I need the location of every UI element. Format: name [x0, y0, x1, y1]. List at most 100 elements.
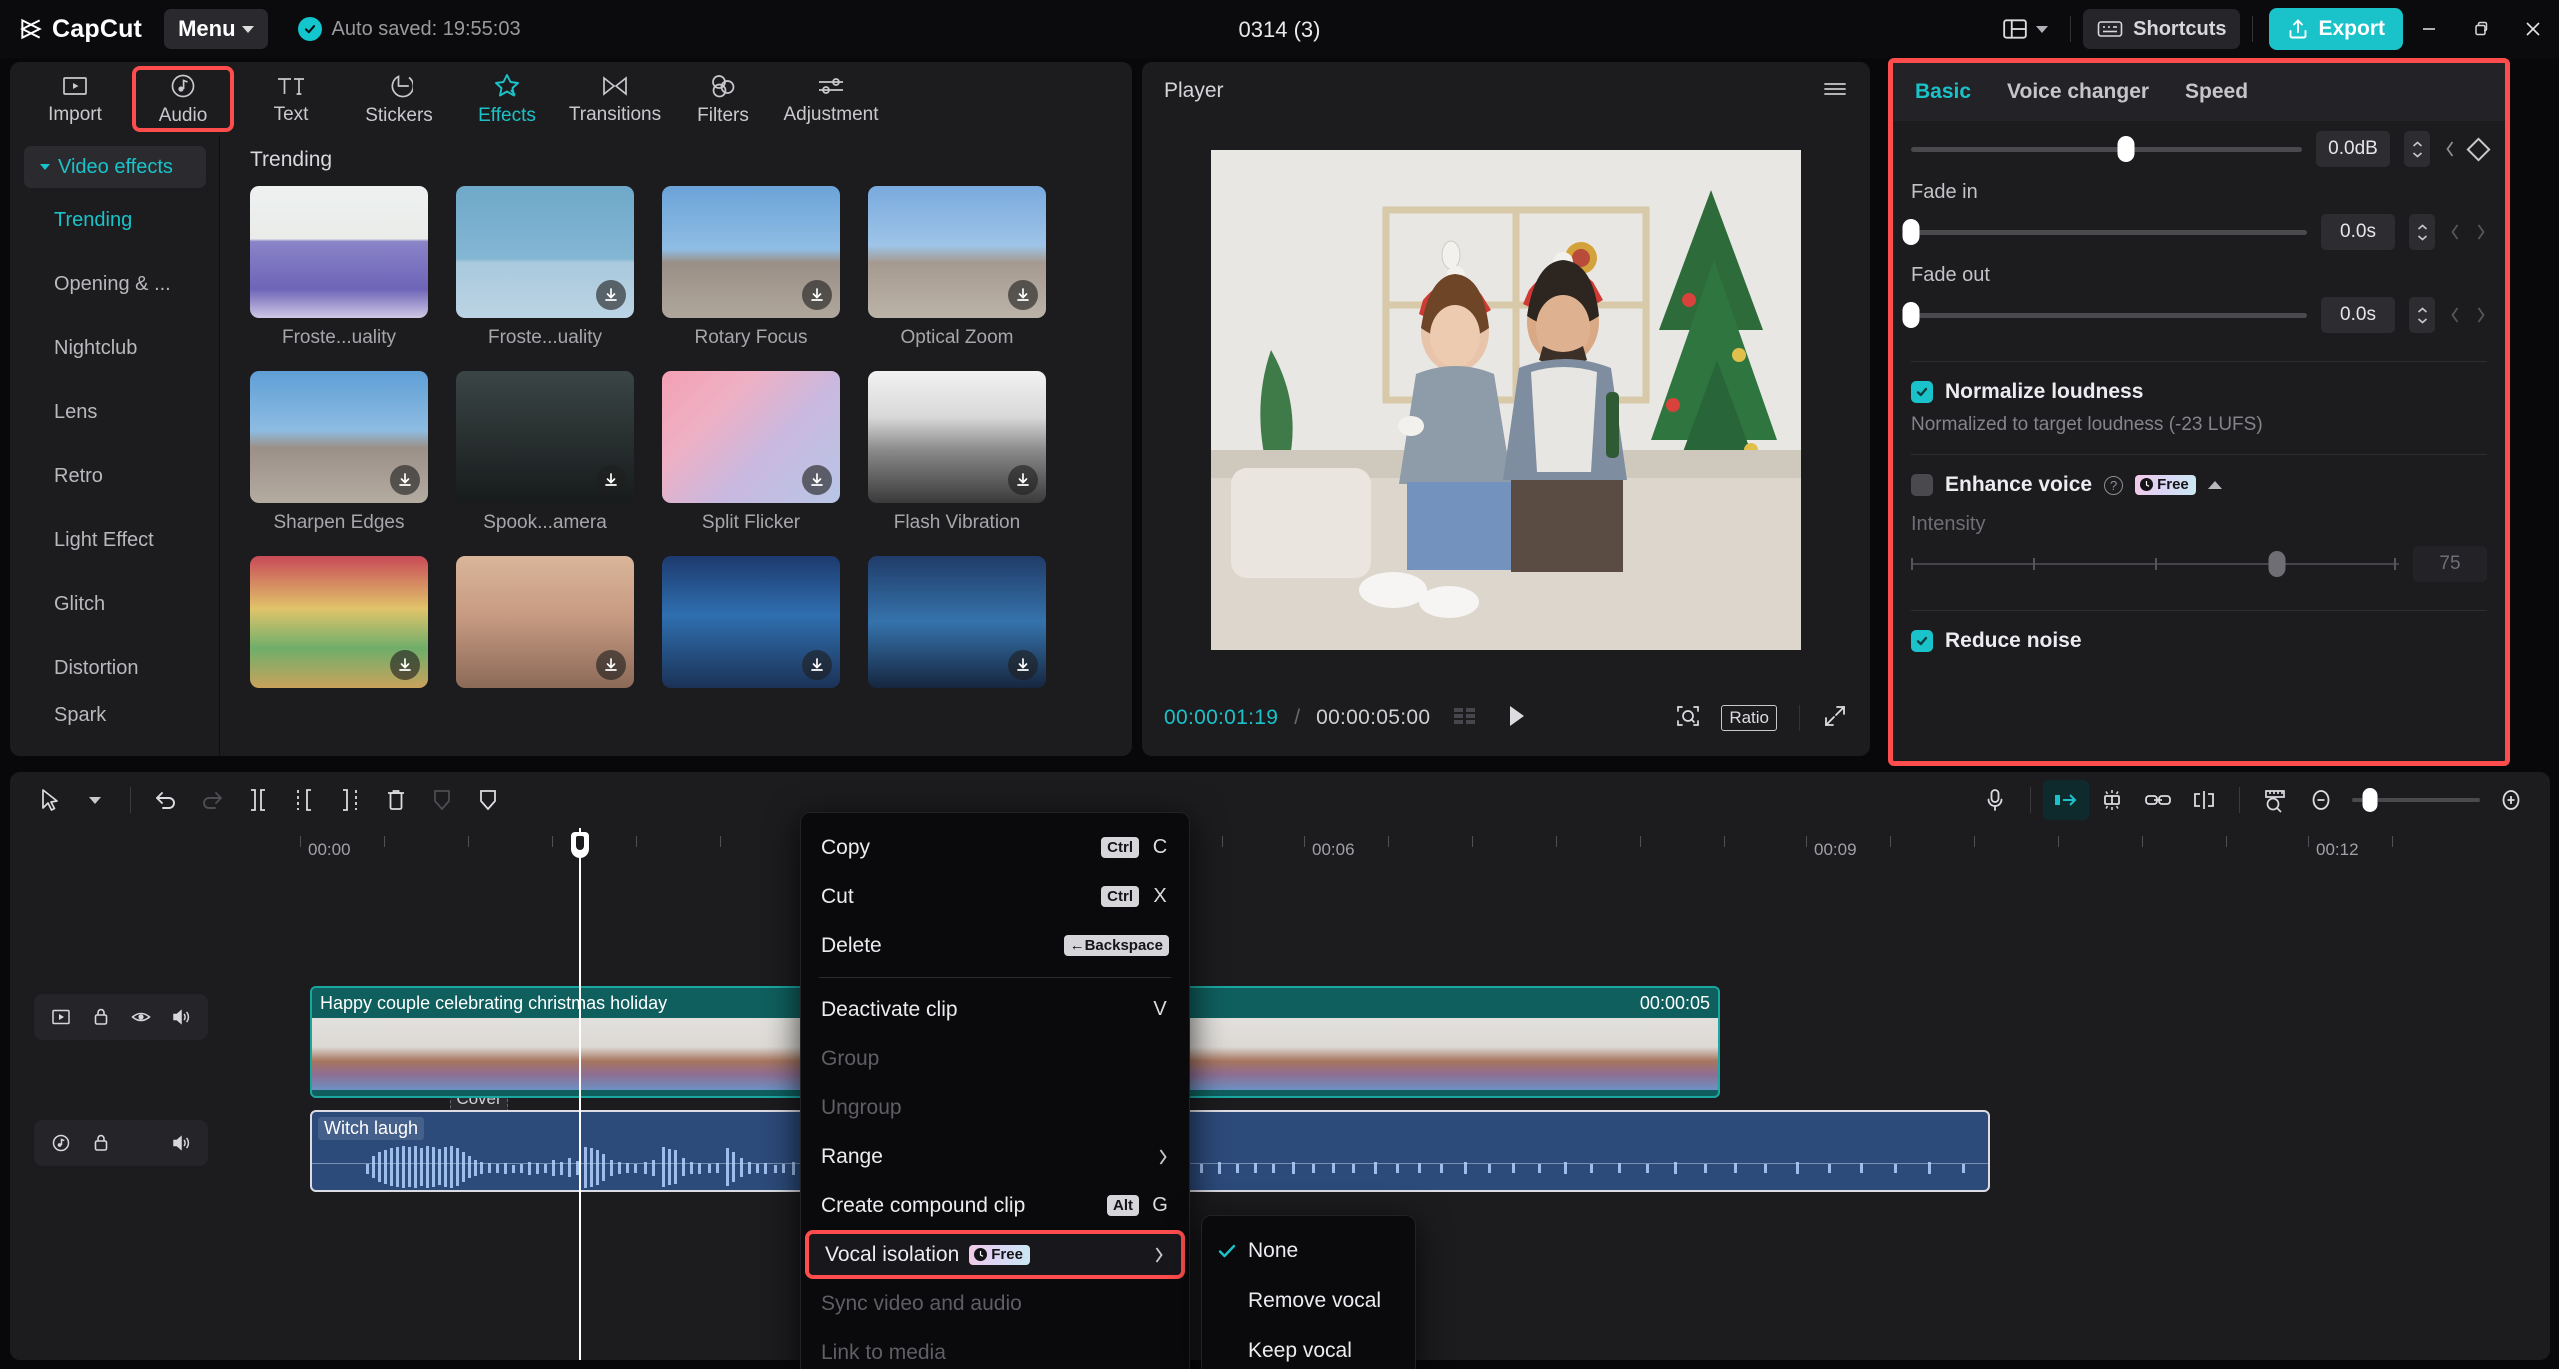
fade-in-slider-knob[interactable] [1902, 219, 1920, 245]
submenu-item-remove-vocal[interactable]: Remove vocal [1202, 1276, 1415, 1326]
category-glitch[interactable]: Glitch [10, 572, 220, 636]
download-icon[interactable] [390, 650, 420, 680]
volume-stepper[interactable] [2404, 131, 2430, 167]
effect-card[interactable]: Split Flicker [662, 371, 840, 534]
effect-card[interactable] [662, 556, 840, 688]
lock-icon[interactable] [84, 1000, 118, 1034]
effect-card[interactable]: Spook...amera [456, 371, 634, 534]
menu-item-range[interactable]: Range [801, 1132, 1189, 1181]
download-icon[interactable] [596, 650, 626, 680]
category-distortion[interactable]: Distortion [10, 636, 220, 700]
speaker-icon[interactable] [164, 1000, 198, 1034]
player-menu-button[interactable] [1822, 79, 1848, 104]
redo-button[interactable] [189, 780, 235, 820]
category-lens[interactable]: Lens [10, 380, 220, 444]
ai-mask-button[interactable] [419, 780, 465, 820]
help-question-icon[interactable]: ? [2104, 475, 2124, 495]
effect-card[interactable] [868, 556, 1046, 688]
delete-button[interactable] [373, 780, 419, 820]
eye-icon[interactable] [124, 1000, 158, 1034]
play-button[interactable] [1504, 703, 1528, 734]
layout-button[interactable] [1992, 17, 2058, 41]
keyframe-next-icon[interactable] [2475, 306, 2487, 324]
chevron-up-icon[interactable] [2207, 481, 2222, 489]
effect-card[interactable]: Froste...uality [456, 186, 634, 349]
effect-card[interactable] [250, 556, 428, 688]
volume-value[interactable]: 0.0dB [2316, 131, 2390, 167]
download-icon[interactable] [802, 280, 832, 310]
reduce-noise-row[interactable]: Reduce noise [1911, 629, 2487, 653]
cursor-dropdown-button[interactable] [72, 780, 118, 820]
fade-out-stepper[interactable] [2409, 297, 2435, 333]
category-group-video-effects[interactable]: Video effects [24, 146, 206, 188]
tab-transitions[interactable]: Transitions [564, 66, 666, 132]
maximize-button[interactable] [2455, 0, 2507, 58]
keyframe-next-icon[interactable] [2475, 223, 2487, 241]
playhead[interactable] [571, 828, 589, 1360]
normalize-loudness-row[interactable]: Normalize loudness [1911, 380, 2487, 404]
trim-left-button[interactable] [281, 780, 327, 820]
fade-in-value[interactable]: 0.0s [2321, 214, 2395, 250]
menu-item-vocal-isolation[interactable]: Vocal isolation Free [805, 1230, 1185, 1279]
speaker-icon[interactable] [164, 1126, 198, 1160]
video-preview[interactable] [1211, 150, 1801, 650]
snapshot-button[interactable] [1675, 703, 1701, 734]
effect-card[interactable]: Rotary Focus [662, 186, 840, 349]
video-track-icon[interactable] [44, 1000, 78, 1034]
keyframe-prev-icon[interactable] [2449, 223, 2461, 241]
download-icon[interactable] [596, 280, 626, 310]
menu-item-copy[interactable]: Copy Ctrl C [801, 823, 1189, 872]
download-icon[interactable] [802, 650, 832, 680]
download-icon[interactable] [1008, 280, 1038, 310]
adsorb-button[interactable] [2181, 780, 2227, 820]
shortcuts-button[interactable]: Shortcuts [2083, 9, 2241, 49]
category-spark[interactable]: Spark [10, 700, 220, 730]
undo-button[interactable] [143, 780, 189, 820]
category-trending[interactable]: Trending [10, 188, 220, 252]
menu-item-delete[interactable]: Delete ←Backspace [801, 921, 1189, 970]
download-icon[interactable] [802, 465, 832, 495]
tab-audio[interactable]: Audio [132, 66, 234, 132]
download-icon[interactable] [390, 465, 420, 495]
frame-list-button[interactable] [1452, 705, 1478, 732]
mask-button[interactable] [465, 780, 511, 820]
keyframe-add-icon[interactable] [2466, 136, 2491, 162]
category-retro[interactable]: Retro [10, 444, 220, 508]
menu-item-cut[interactable]: Cut Ctrl X [801, 872, 1189, 921]
category-light-effect[interactable]: Light Effect [10, 508, 220, 572]
category-nightclub[interactable]: Nightclub [10, 316, 220, 380]
close-button[interactable] [2507, 0, 2559, 58]
menu-button[interactable]: Menu [164, 9, 268, 49]
cursor-select-button[interactable] [26, 780, 72, 820]
download-icon[interactable] [596, 465, 626, 495]
ruler-button[interactable] [2252, 780, 2298, 820]
zoom-in-button[interactable] [2488, 780, 2534, 820]
zoom-slider[interactable] [2352, 788, 2480, 812]
fade-out-value[interactable]: 0.0s [2321, 297, 2395, 333]
effect-card[interactable]: Froste...uality [250, 186, 428, 349]
enhance-voice-row[interactable]: Enhance voice ? Free [1911, 473, 2487, 497]
fade-in-stepper[interactable] [2409, 214, 2435, 250]
zoom-out-button[interactable] [2298, 780, 2344, 820]
volume-slider[interactable] [1911, 136, 2302, 162]
intensity-slider-knob[interactable] [2268, 551, 2286, 577]
enhance-voice-checkbox[interactable] [1911, 474, 1933, 496]
menu-item-deactivate-clip[interactable]: Deactivate clip V [801, 985, 1189, 1034]
category-opening[interactable]: Opening & ... [10, 252, 220, 316]
export-button[interactable]: Export [2269, 8, 2403, 50]
keyframe-prev-icon[interactable] [2444, 140, 2456, 158]
fullscreen-button[interactable] [1822, 703, 1848, 734]
fade-out-slider[interactable] [1902, 302, 2307, 328]
tab-basic[interactable]: Basic [1915, 80, 1971, 104]
submenu-item-none[interactable]: None [1202, 1226, 1415, 1276]
ratio-button[interactable]: Ratio [1721, 705, 1777, 731]
magnetic-snap-button[interactable] [2089, 780, 2135, 820]
audio-track-icon[interactable] [44, 1126, 78, 1160]
effect-card[interactable]: Optical Zoom [868, 186, 1046, 349]
auto-fill-button[interactable] [2043, 780, 2089, 820]
menu-item-create-compound-clip[interactable]: Create compound clip Alt G [801, 1181, 1189, 1230]
tab-adjustment[interactable]: Adjustment [780, 66, 882, 132]
record-voice-button[interactable] [1972, 780, 2018, 820]
effect-card[interactable]: Sharpen Edges [250, 371, 428, 534]
tab-speed[interactable]: Speed [2185, 80, 2248, 104]
